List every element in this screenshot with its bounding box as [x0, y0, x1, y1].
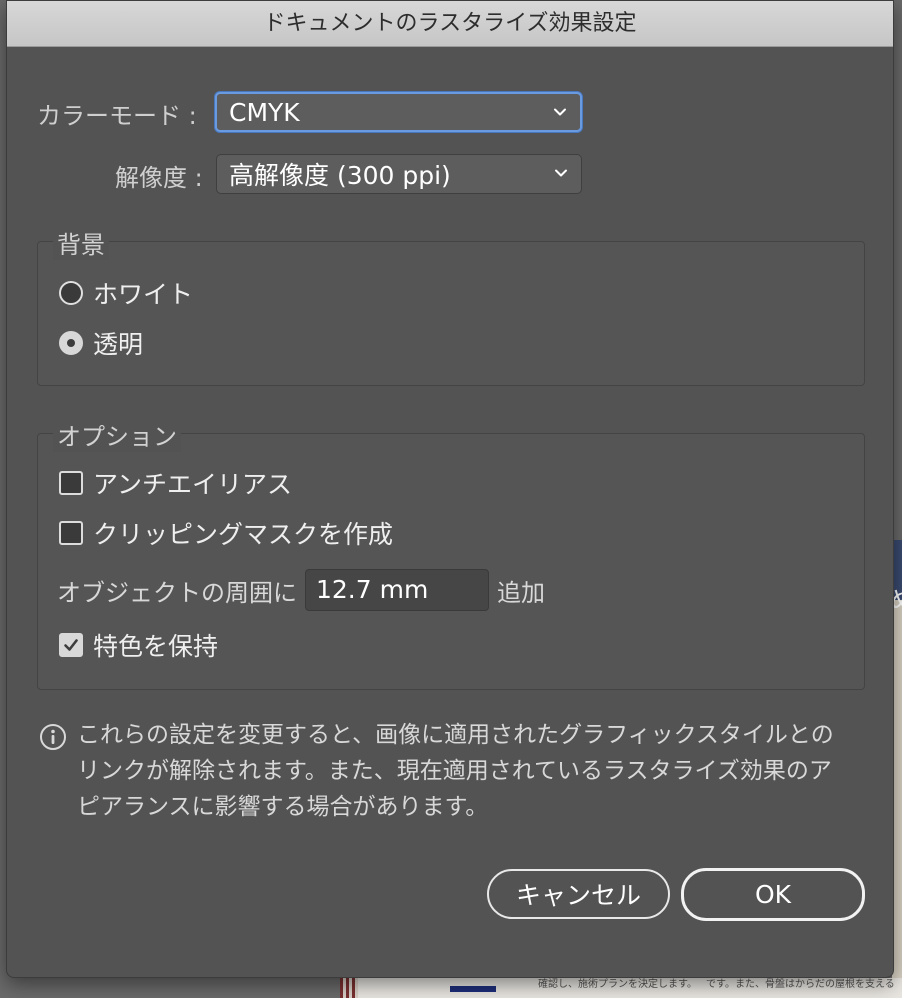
chevron-down-icon	[555, 169, 567, 177]
antialias-label: アンチエイリアス	[93, 470, 293, 499]
chevron-down-icon	[554, 108, 566, 116]
ok-button[interactable]: OK	[681, 868, 865, 921]
color-mode-row: カラーモード :	[37, 93, 197, 133]
radio-transparent-label: 透明	[93, 330, 144, 359]
info-message: これらの設定を変更すると、画像に適用されたグラフィックスタイルとの リンクが解除…	[39, 717, 879, 825]
color-mode-label: カラーモード :	[37, 101, 197, 130]
document-decoration-strip	[340, 978, 358, 998]
options-group-title: オプション	[53, 417, 181, 452]
padding-input[interactable]: 12.7 mm	[305, 569, 489, 611]
info-line: リンクが解除されます。また、現在適用されているラスタライズ効果のア	[77, 758, 832, 784]
color-mode-select[interactable]: CMYK	[215, 92, 582, 132]
radio-button-selected[interactable]	[59, 331, 83, 355]
document-arrow-shape	[450, 986, 496, 992]
resolution-row: 解像度 :	[115, 155, 203, 195]
background-group-title: 背景	[53, 225, 109, 260]
resolution-label: 解像度 :	[115, 163, 203, 192]
document-text-fragment: 確認し、施術プランを決定します。	[538, 979, 697, 990]
info-line: これらの設定を変更すると、画像に適用されたグラフィックスタイルとの	[77, 722, 834, 748]
info-text: これらの設定を変更すると、画像に適用されたグラフィックスタイルとの リンクが解除…	[77, 717, 834, 825]
clipping-mask-label: クリッピングマスクを作成	[93, 520, 394, 549]
resolution-select[interactable]: 高解像度 (300 ppi)	[216, 154, 582, 194]
color-mode-value: CMYK	[229, 97, 300, 127]
clipping-mask-option[interactable]: クリッピングマスクを作成	[59, 517, 393, 549]
preserve-spot-label: 特色を保持	[93, 632, 219, 661]
padding-suffix-label: 追加	[497, 578, 545, 607]
resolution-value: 高解像度 (300 ppi)	[229, 161, 451, 190]
padding-row: オブジェクトの周囲に 12.7 mm 追加	[57, 569, 545, 611]
document-text-fragment: です。また、骨盤はからだの屋根を支える	[706, 979, 895, 990]
checkmark-icon	[64, 639, 78, 651]
info-line: ピアランスに影響する場合があります。	[77, 794, 489, 820]
padding-prefix-label: オブジェクトの周囲に	[57, 578, 297, 607]
clipping-mask-checkbox[interactable]	[59, 521, 83, 545]
antialias-checkbox[interactable]	[59, 471, 83, 495]
radio-transparent[interactable]: 透明	[59, 327, 143, 359]
cancel-button[interactable]: キャンセル	[487, 869, 670, 919]
radio-white-label: ホワイト	[93, 280, 194, 309]
document-page-bottom-edge: 確認し、施術プランを決定します。 です。また、骨盤はからだの屋根を支える	[340, 978, 902, 998]
antialias-option[interactable]: アンチエイリアス	[59, 467, 292, 499]
dialog-title[interactable]: ドキュメントのラスタライズ効果設定	[7, 1, 893, 47]
preserve-spot-checkbox[interactable]	[59, 633, 83, 657]
info-icon	[40, 724, 66, 750]
radio-button[interactable]	[59, 281, 83, 305]
rasterize-settings-dialog: ドキュメントのラスタライズ効果設定 カラーモード : CMYK 解像度 : 高解…	[6, 0, 894, 978]
preserve-spot-option[interactable]: 特色を保持	[59, 629, 218, 661]
radio-white[interactable]: ホワイト	[59, 277, 193, 309]
background-group	[37, 241, 865, 386]
